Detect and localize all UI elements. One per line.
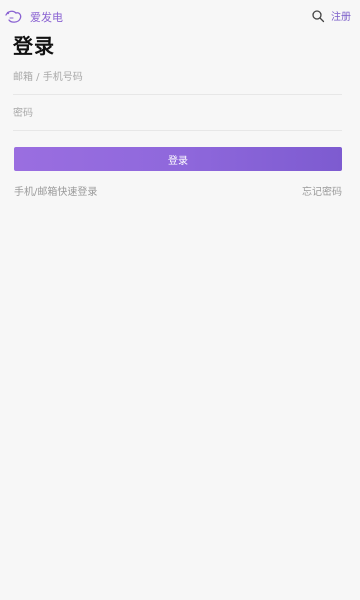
search-icon[interactable] bbox=[311, 9, 325, 23]
password-field bbox=[13, 96, 342, 131]
page-title: 登录 bbox=[13, 34, 55, 58]
forgot-password-link[interactable]: 忘记密码 bbox=[302, 183, 342, 198]
aifadian-logo-icon bbox=[5, 10, 22, 23]
login-button[interactable]: 登录 bbox=[14, 147, 342, 171]
login-page: 爱发电 注册 登录 登录 手机/邮箱快速登录 忘记密码 bbox=[0, 0, 360, 600]
password-input[interactable] bbox=[13, 96, 342, 130]
brand[interactable]: 爱发电 bbox=[4, 8, 63, 26]
email-phone-input[interactable] bbox=[13, 60, 342, 94]
top-bar: 爱发电 注册 bbox=[0, 0, 360, 34]
register-link[interactable]: 注册 bbox=[331, 8, 351, 23]
quick-login-link[interactable]: 手机/邮箱快速登录 bbox=[14, 183, 97, 198]
email-phone-field bbox=[13, 60, 342, 95]
brand-name: 爱发电 bbox=[30, 11, 63, 24]
